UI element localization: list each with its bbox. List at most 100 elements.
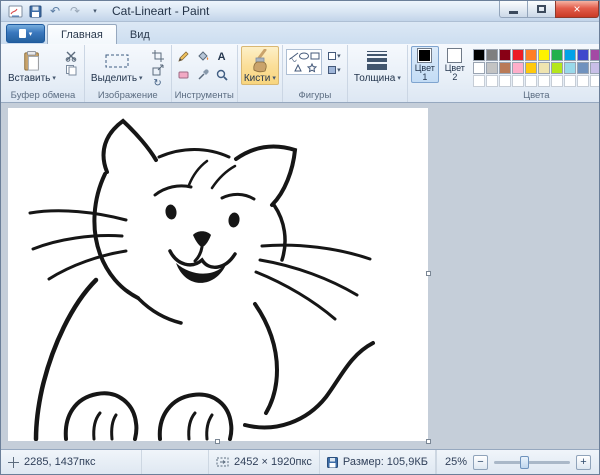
paint-canvas[interactable] — [8, 108, 428, 441]
cursor-position-segment: 2285, 1437пкс — [1, 450, 142, 474]
pencil-tool[interactable] — [175, 48, 193, 65]
palette-swatch[interactable] — [590, 49, 600, 61]
palette-swatch[interactable] — [577, 49, 589, 61]
zoom-out-icon: − — [477, 456, 483, 468]
paint-window: ↶ ↷ ▾ Cat-Lineart - Paint × ▾ Главная Ви… — [0, 0, 600, 475]
magnifier-icon — [216, 69, 228, 81]
qat-dropdown-button[interactable]: ▾ — [86, 3, 104, 20]
palette-swatch[interactable] — [577, 62, 589, 74]
canvas-resize-handle-bottom[interactable] — [215, 439, 220, 444]
color1-button[interactable]: Цвет1 — [411, 46, 439, 83]
selection-size-segment — [142, 450, 209, 474]
color2-swatch — [447, 48, 462, 63]
zoom-in-button[interactable]: + — [576, 455, 591, 470]
pencil-icon — [177, 50, 190, 63]
palette-empty-slot[interactable] — [525, 75, 537, 87]
palette-swatch[interactable] — [538, 49, 550, 61]
zoom-out-button[interactable]: − — [473, 455, 488, 470]
file-menu-button[interactable]: ▾ — [6, 24, 45, 43]
palette-swatch[interactable] — [525, 49, 537, 61]
resize-button[interactable] — [148, 63, 168, 76]
cut-button[interactable] — [61, 49, 81, 62]
rotate-button[interactable]: ↻ — [148, 77, 168, 90]
group-tools: A Инструменты — [172, 45, 238, 102]
palette-empty-slot[interactable] — [564, 75, 576, 87]
palette-empty-slot[interactable] — [538, 75, 550, 87]
paste-icon — [22, 48, 42, 73]
zoom-level-value: 25% — [445, 456, 467, 468]
palette-swatch[interactable] — [512, 62, 524, 74]
magnifier-tool[interactable] — [213, 66, 231, 83]
select-button[interactable]: Выделить▾ — [88, 46, 146, 85]
canvas-resize-handle-right[interactable] — [426, 271, 431, 276]
chevron-down-icon: ▾ — [139, 74, 143, 84]
palette-swatch[interactable] — [486, 62, 498, 74]
close-icon: × — [573, 2, 580, 16]
palette-swatch[interactable] — [473, 62, 485, 74]
palette-swatch[interactable] — [499, 62, 511, 74]
close-button[interactable]: × — [555, 1, 599, 18]
crop-icon — [152, 50, 164, 62]
zoom-slider[interactable] — [494, 461, 570, 464]
eraser-icon — [177, 69, 190, 80]
tab-view[interactable]: Вид — [117, 25, 163, 44]
palette-swatch[interactable] — [551, 49, 563, 61]
palette-swatch[interactable] — [525, 62, 537, 74]
canvas-resize-handle-corner[interactable] — [426, 439, 431, 444]
palette-empty-slot[interactable] — [577, 75, 589, 87]
palette-swatch[interactable] — [564, 62, 576, 74]
palette-swatch[interactable] — [564, 49, 576, 61]
save-button[interactable] — [26, 3, 44, 20]
paste-button[interactable]: Вставить▾ — [5, 46, 59, 85]
crop-button[interactable] — [148, 49, 168, 62]
text-tool[interactable]: A — [213, 48, 231, 65]
select-icon — [105, 48, 129, 73]
shape-outline-button[interactable]: ▾ — [324, 49, 344, 62]
group-clipboard: Вставить▾ Буфер обмена — [2, 45, 85, 102]
palette-empty-slot[interactable] — [499, 75, 511, 87]
palette-swatch[interactable] — [538, 62, 550, 74]
copy-button[interactable] — [61, 63, 81, 76]
minimize-button[interactable] — [499, 1, 528, 18]
zoom-slider-thumb[interactable] — [520, 456, 529, 469]
group-label-clipboard: Буфер обмена — [5, 90, 81, 102]
palette-swatch[interactable] — [512, 49, 524, 61]
maximize-button[interactable] — [528, 1, 555, 18]
fill-tool[interactable] — [194, 48, 212, 65]
shapes-gallery[interactable] — [286, 49, 322, 75]
redo-button[interactable]: ↷ — [66, 3, 84, 20]
palette-swatch[interactable] — [499, 49, 511, 61]
color-picker-tool[interactable] — [194, 66, 212, 83]
window-controls: × — [499, 1, 599, 18]
file-size-value: Размер: 105,9КБ — [343, 456, 428, 468]
group-label-tools: Инструменты — [175, 90, 234, 102]
tab-home[interactable]: Главная — [47, 24, 117, 45]
size-button[interactable]: Толщина▾ — [351, 46, 404, 85]
eraser-tool[interactable] — [175, 66, 193, 83]
palette-empty-slot[interactable] — [473, 75, 485, 87]
file-size-segment: Размер: 105,9КБ — [320, 450, 436, 474]
group-image: Выделить▾ ↻ Изображение — [85, 45, 172, 102]
palette-empty-slot[interactable] — [512, 75, 524, 87]
brushes-button[interactable]: Кисти▾ — [241, 46, 279, 85]
color2-button[interactable]: Цвет2 — [441, 46, 469, 82]
group-brushes: Кисти▾ — [238, 45, 283, 102]
app-icon[interactable] — [6, 3, 24, 20]
palette-swatch[interactable] — [486, 49, 498, 61]
palette-empty-slot[interactable] — [486, 75, 498, 87]
palette-empty-slot[interactable] — [551, 75, 563, 87]
redo-icon: ↷ — [70, 4, 80, 18]
eyedropper-icon — [197, 69, 209, 81]
palette-swatch[interactable] — [590, 62, 600, 74]
palette-empty-slot[interactable] — [590, 75, 600, 87]
window-title: Cat-Lineart - Paint — [112, 4, 209, 18]
shape-fill-button[interactable]: ▾ — [324, 63, 344, 76]
palette-swatch[interactable] — [473, 49, 485, 61]
chevron-down-icon: ▾ — [52, 74, 56, 84]
undo-button[interactable]: ↶ — [46, 3, 64, 20]
maximize-icon — [537, 5, 546, 13]
palette-swatch[interactable] — [551, 62, 563, 74]
chevron-down-icon: ▾ — [93, 7, 97, 15]
text-tool-icon: A — [218, 51, 226, 63]
image-size-value: 2452 × 1920пкс — [234, 456, 312, 468]
